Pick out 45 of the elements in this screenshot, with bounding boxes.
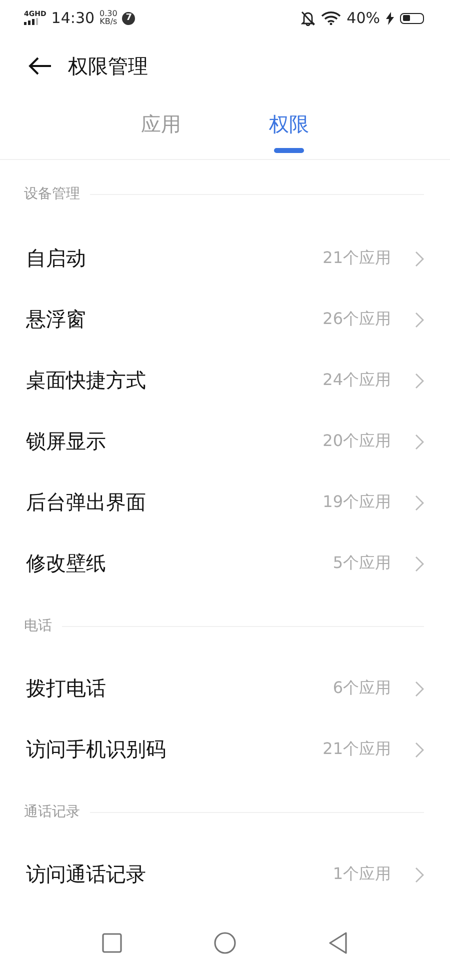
- permission-item[interactable]: 后台弹出界面: [26, 489, 313, 516]
- app-count: 26个应用: [322, 309, 391, 330]
- chevron-right-icon: [415, 312, 424, 328]
- section-title: 电话: [24, 617, 52, 635]
- speed-value: 0.30: [100, 10, 118, 18]
- permission-item[interactable]: 访问手机识别码: [26, 736, 313, 763]
- permission-item[interactable]: 访问通话记录: [26, 861, 323, 888]
- mute-bell-icon: [300, 10, 315, 26]
- battery-icon: [400, 12, 424, 24]
- section-title: 通话记录: [24, 803, 80, 821]
- permission-item[interactable]: 修改壁纸: [26, 550, 323, 577]
- permission-item[interactable]: 桌面快捷方式: [26, 367, 313, 394]
- app-count: 24个应用: [322, 370, 391, 391]
- chevron-right-icon: [415, 742, 424, 758]
- permission-item[interactable]: 悬浮窗: [26, 306, 313, 333]
- permission-item[interactable]: 锁屏显示: [26, 428, 313, 455]
- app-count: 19个应用: [322, 492, 391, 513]
- back-arrow-icon[interactable]: [28, 56, 52, 76]
- permission-item[interactable]: 拨打电话: [26, 675, 323, 702]
- chevron-right-icon: [415, 556, 424, 572]
- battery-percent: 40%: [346, 9, 380, 27]
- recents-button[interactable]: [102, 933, 122, 953]
- app-count: 20个应用: [322, 431, 391, 452]
- page-title: 权限管理: [68, 52, 148, 80]
- chevron-right-icon: [415, 434, 424, 450]
- app-count: 6个应用: [332, 678, 391, 699]
- signal-icon: [24, 18, 38, 25]
- chevron-right-icon: [415, 866, 424, 882]
- chevron-right-icon: [415, 250, 424, 266]
- chevron-right-icon: [415, 494, 424, 510]
- wifi-icon: [320, 11, 341, 25]
- chevron-right-icon: [415, 372, 424, 388]
- speed-unit: KB/s: [100, 18, 118, 26]
- chevron-right-icon: [415, 680, 424, 696]
- app-count: 5个应用: [332, 553, 391, 574]
- section-title: 设备管理: [24, 185, 80, 203]
- clock: 14:30: [51, 9, 95, 27]
- home-button[interactable]: [214, 932, 236, 954]
- app-count: 21个应用: [322, 739, 391, 760]
- app-count: 1个应用: [332, 864, 391, 885]
- app-count: 21个应用: [322, 248, 391, 269]
- permission-item[interactable]: 自启动: [26, 245, 313, 272]
- back-button[interactable]: [328, 932, 348, 954]
- notification-badge: 7: [122, 12, 136, 24]
- tab[interactable]: 权限: [255, 96, 323, 159]
